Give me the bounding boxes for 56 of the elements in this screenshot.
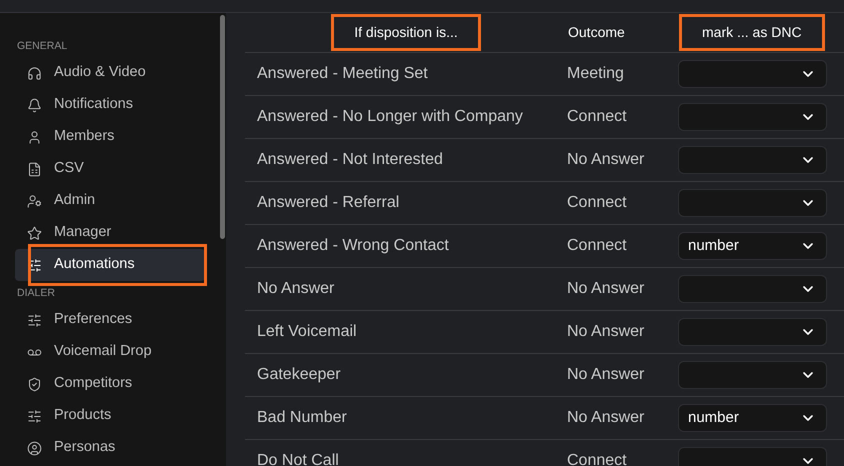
dnc-dropdown[interactable] [678,361,827,389]
disposition-cell-text: Answered - Not Interested [256,150,444,170]
dnc-dropdown[interactable] [678,60,827,88]
person-icon [27,130,42,144]
column-header: mark ... as DNC [679,14,825,51]
disposition-cell-text: Left Voicemail [256,322,358,342]
dnc-dropdown[interactable]: number [678,232,827,260]
sliders-icon [27,408,42,424]
sidebar-item[interactable]: Admin [15,185,205,217]
column-header: If disposition is... [331,14,481,51]
dnc-dropdown[interactable]: number [678,404,827,432]
section-heading: DIALER [16,286,56,300]
sidebar-item[interactable]: CSV [15,153,205,185]
outcome-cell-text: No Answer [567,365,646,385]
dnc-dropdown[interactable] [678,275,827,303]
file-icon [27,162,42,176]
sidebar-item[interactable]: Manager [15,217,205,249]
sidebar-item[interactable]: Competitors [15,368,205,400]
disposition-cell-text: Do Not Call [256,451,340,466]
shield-icon [27,376,42,392]
sidebar-item[interactable]: Voicemail Drop [15,336,205,368]
headset-icon [27,66,42,80]
disposition-cell-text: Bad Number [256,408,348,428]
outcome-cell-text: Connect [567,107,628,127]
star-icon [27,226,42,240]
outcome-cell-text: No Answer [567,279,646,299]
disposition-cell-text: Answered - Meeting Set [256,64,429,84]
outcome-cell-text: Connect [567,451,628,466]
section-heading: GENERAL [16,39,68,53]
sidebar-item[interactable]: Automations [15,249,205,281]
outcome-cell-text: Connect [567,236,628,256]
sidebar-item[interactable]: Personas [15,432,205,464]
outcome-cell-text: No Answer [567,408,646,428]
person-gear-icon [27,194,42,208]
disposition-cell-text: Gatekeeper [256,365,342,385]
disposition-cell-text: Answered - No Longer with Company [256,107,524,127]
sidebar-item[interactable]: Audio & Video [15,57,205,89]
sidebar-item[interactable]: Notifications [15,89,205,121]
sidebar-item[interactable]: Members [15,121,205,153]
disposition-cell-text: Answered - Referral [256,193,400,213]
dnc-dropdown[interactable] [678,103,827,131]
disposition-cell-text: No Answer [256,279,336,299]
disposition-cell-text: Answered - Wrong Contact [256,236,450,256]
sidebar-item[interactable]: Products [15,400,205,432]
outcome-cell-text: Connect [567,193,628,213]
column-header: Outcome [568,23,625,42]
bell-icon [27,98,42,112]
dnc-dropdown[interactable] [678,189,827,217]
sliders-icon [27,312,42,328]
sidebar-item[interactable]: Preferences [15,304,205,336]
outcome-cell-text: No Answer [567,322,646,342]
person-circle-icon [27,440,42,456]
dnc-dropdown[interactable] [678,146,827,174]
outcome-cell-text: Meeting [567,64,625,84]
dnc-dropdown[interactable] [678,318,827,346]
outcome-cell-text: No Answer [567,150,646,170]
